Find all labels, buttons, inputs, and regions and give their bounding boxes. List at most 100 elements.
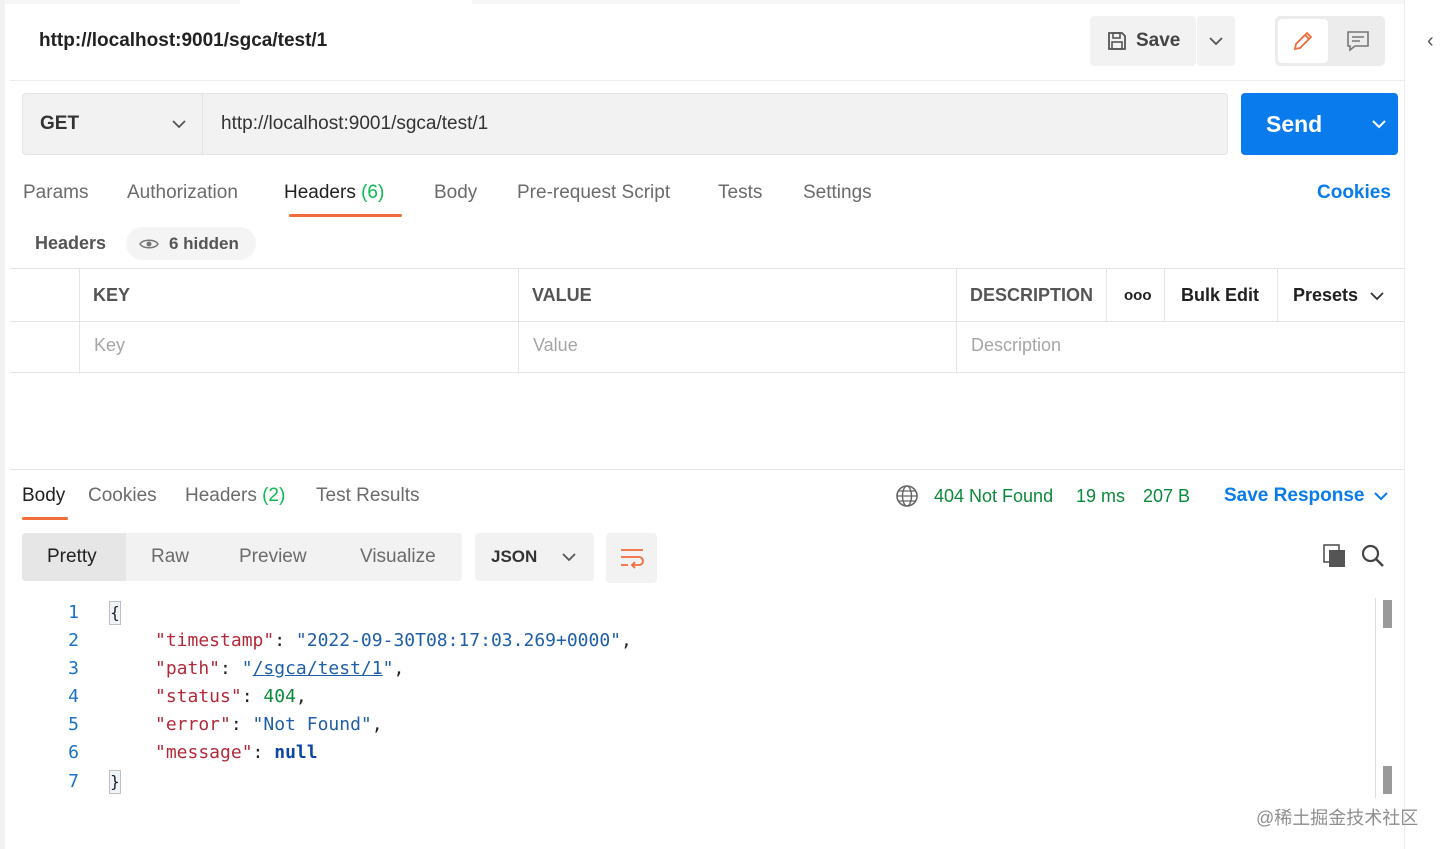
response-tab-test-results[interactable]: Test Results: [316, 485, 419, 507]
json-key: "error": [155, 714, 231, 735]
wrap-lines-button[interactable]: [606, 533, 657, 583]
active-request-tab[interactable]: [240, 0, 472, 4]
close-brace: }: [109, 770, 121, 794]
code-line: "path": "/sgca/test/1",: [155, 658, 405, 679]
format-select[interactable]: JSON: [475, 533, 594, 581]
code-line: "message": null: [155, 742, 318, 763]
json-key: "status": [155, 686, 242, 707]
response-tab-body[interactable]: Body: [22, 485, 65, 507]
send-options-button[interactable]: [1359, 93, 1398, 155]
response-tab-headers[interactable]: Headers (2): [185, 485, 285, 507]
view-visualize-button[interactable]: Visualize: [360, 533, 436, 581]
line-number: 3: [68, 658, 79, 679]
hidden-headers-toggle[interactable]: 6 hidden: [126, 227, 256, 260]
json-key: "timestamp": [155, 630, 275, 651]
response-tab-cookies[interactable]: Cookies: [88, 485, 157, 507]
chevron-down-icon: [172, 120, 186, 129]
watermark: @稀土掘金技术社区: [1256, 808, 1419, 828]
headers-table: KEY VALUE DESCRIPTION ooo Bulk Edit Pres…: [10, 268, 1409, 374]
description-input[interactable]: Description: [971, 335, 1061, 356]
value-input[interactable]: Value: [533, 335, 578, 356]
line-number: 2: [68, 630, 79, 651]
hidden-headers-label: 6 hidden: [169, 233, 239, 253]
chevron-down-icon: [1374, 492, 1389, 501]
cookies-link[interactable]: Cookies: [1317, 182, 1391, 204]
tab-headers-label: Headers: [284, 182, 356, 203]
line-number: 6: [68, 742, 79, 763]
eye-icon: [139, 239, 159, 248]
column-header-description: DESCRIPTION: [970, 285, 1094, 305]
request-title[interactable]: http://localhost:9001/sgca/test/1: [39, 30, 327, 52]
pencil-icon: [1293, 31, 1313, 51]
view-raw-button[interactable]: Raw: [151, 533, 189, 581]
format-label: JSON: [491, 547, 538, 566]
chevron-down-icon: [1209, 37, 1223, 46]
save-button[interactable]: Save: [1090, 16, 1196, 66]
tab-strip: [5, 0, 1409, 4]
more-options-button[interactable]: ooo: [1124, 287, 1152, 304]
send-button[interactable]: Send: [1241, 93, 1398, 155]
table-row-divider: [10, 321, 1409, 322]
response-status[interactable]: 404 Not Found: [934, 486, 1053, 507]
tab-headers[interactable]: Headers (6): [284, 182, 384, 204]
presets-button[interactable]: Presets: [1293, 285, 1384, 306]
tab-headers-count: (6): [361, 182, 385, 203]
line-number: 7: [68, 771, 79, 792]
response-size[interactable]: 207 B: [1143, 486, 1190, 507]
column-divider: [1277, 269, 1278, 321]
view-preview-button[interactable]: Preview: [239, 533, 307, 581]
copy-button[interactable]: [1322, 543, 1348, 574]
code-line: "timestamp": "2022-09-30T08:17:03.269+00…: [155, 630, 632, 651]
tab-settings[interactable]: Settings: [803, 182, 872, 204]
line-number: 1: [68, 602, 79, 623]
comments-button[interactable]: [1333, 19, 1383, 63]
code-line: "status": 404,: [155, 686, 307, 707]
method-select[interactable]: GET: [22, 93, 202, 155]
tab-tests[interactable]: Tests: [718, 182, 762, 204]
line-number: 4: [68, 686, 79, 707]
chevron-left-icon[interactable]: ‹: [1427, 30, 1434, 53]
scrollbar-thumb-top[interactable]: [1383, 600, 1392, 628]
column-header-key: KEY: [93, 285, 131, 305]
active-tab-indicator: [289, 214, 402, 217]
save-response-button[interactable]: Save Response: [1224, 485, 1389, 507]
chevron-down-icon: [1371, 120, 1386, 129]
response-tab-headers-label: Headers: [185, 485, 257, 506]
globe-icon: [896, 485, 918, 507]
tab-params[interactable]: Params: [23, 182, 88, 204]
save-options-button[interactable]: [1197, 16, 1235, 66]
column-divider: [1106, 269, 1107, 321]
save-icon: [1108, 32, 1126, 50]
wrap-lines-icon: [620, 549, 644, 569]
tab-authorization[interactable]: Authorization: [127, 182, 238, 204]
headers-section-label: Headers: [35, 233, 107, 253]
view-pretty-button[interactable]: Pretty: [22, 533, 126, 581]
json-key: "message": [155, 742, 253, 763]
header-divider: [10, 80, 1409, 81]
path-link[interactable]: /sgca/test/1: [253, 658, 383, 679]
key-input[interactable]: Key: [94, 335, 125, 356]
column-divider: [1164, 269, 1165, 321]
save-response-label: Save Response: [1224, 485, 1365, 506]
open-brace: {: [109, 601, 121, 625]
tab-pre-request-script[interactable]: Pre-request Script: [517, 182, 670, 204]
json-key: "path": [155, 658, 221, 679]
method-label: GET: [40, 113, 80, 134]
bulk-edit-button[interactable]: Bulk Edit: [1181, 285, 1259, 306]
editor-scrollbar[interactable]: [1375, 598, 1393, 798]
copy-icon: [1323, 544, 1345, 567]
right-sidebar-rail: ‹: [1404, 0, 1440, 849]
column-divider: [956, 269, 957, 374]
url-input[interactable]: http://localhost:9001/sgca/test/1: [202, 93, 1228, 155]
search-button[interactable]: [1360, 543, 1386, 574]
json-number: 404: [263, 686, 296, 707]
line-number: 5: [68, 714, 79, 735]
tab-body[interactable]: Body: [434, 182, 477, 204]
network-info-button[interactable]: [895, 484, 919, 513]
scrollbar-thumb-bottom[interactable]: [1383, 766, 1392, 794]
response-time[interactable]: 19 ms: [1076, 486, 1125, 507]
column-divider: [518, 269, 519, 374]
response-divider[interactable]: [10, 469, 1409, 470]
json-null: null: [274, 742, 318, 763]
edit-mode-button[interactable]: [1278, 19, 1328, 63]
